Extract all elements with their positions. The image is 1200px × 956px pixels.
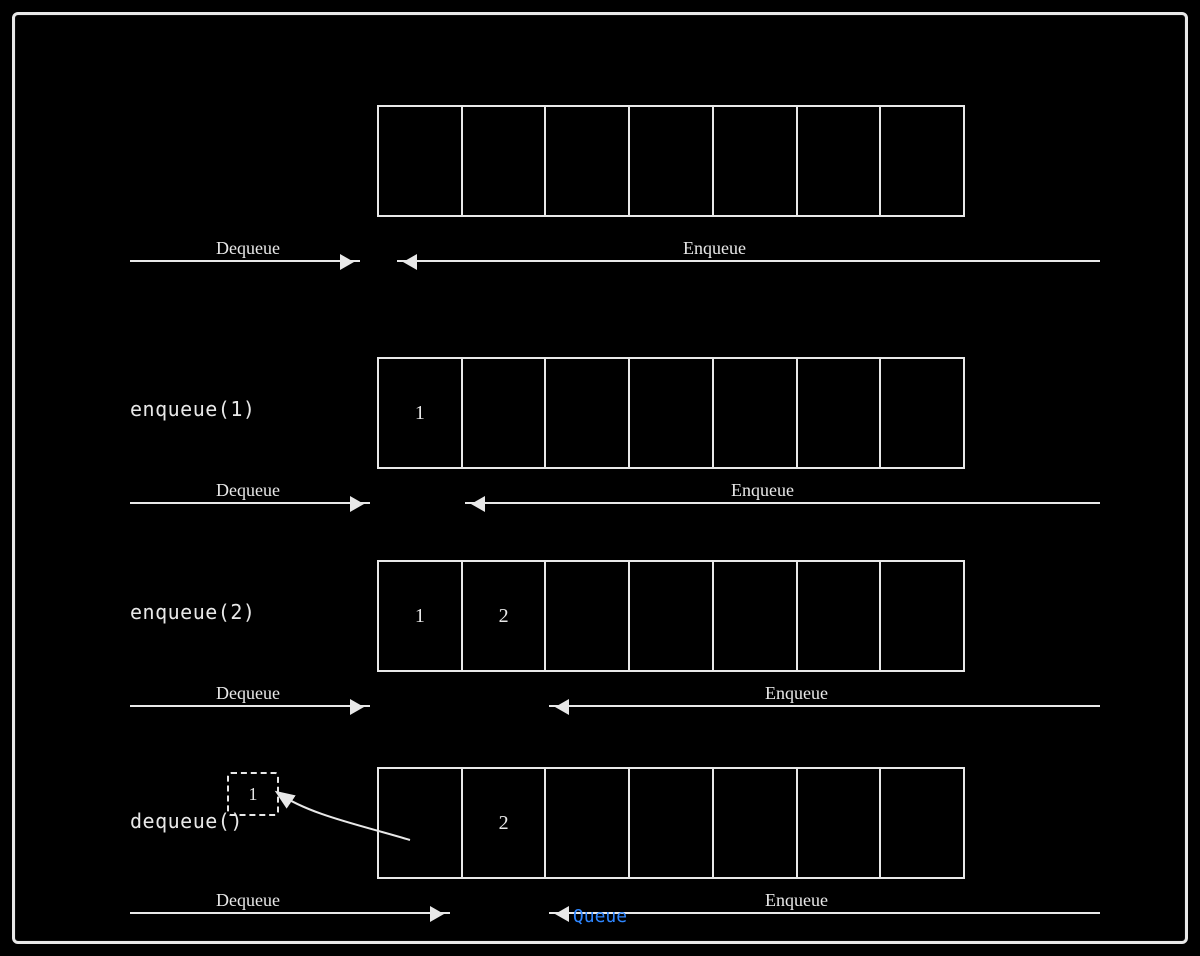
queue-cell xyxy=(461,359,545,467)
diagram-caption: Queue xyxy=(15,906,1185,927)
queue-cell xyxy=(879,107,963,215)
queue-cell xyxy=(712,562,796,670)
queue-state-1: 1 xyxy=(377,357,965,465)
queue-cell: 1 xyxy=(377,359,461,467)
queue-cell xyxy=(628,769,712,877)
queue-cell xyxy=(628,359,712,467)
queue-cell: 2 xyxy=(461,769,545,877)
arrow-label: Enqueue xyxy=(759,683,834,704)
queue-cell xyxy=(628,107,712,215)
diagram-frame: Dequeue Enqueue enqueue(1) 1 Dequeue Enq… xyxy=(12,12,1188,944)
dequeue-arrow: Dequeue xyxy=(130,705,370,707)
dequeued-value: 1 xyxy=(249,784,258,805)
queue-cell xyxy=(712,107,796,215)
queue-state-2: 1 2 xyxy=(377,560,965,668)
queue-cell: 2 xyxy=(461,562,545,670)
queue-cell xyxy=(796,107,880,215)
queue-cell xyxy=(796,769,880,877)
queue-cell: 1 xyxy=(377,562,461,670)
queue-cells: 2 xyxy=(377,767,965,879)
queue-cell xyxy=(377,107,461,215)
enqueue-arrow: Enqueue xyxy=(397,260,1100,262)
queue-cell xyxy=(461,107,545,215)
operation-label: enqueue(1) xyxy=(130,397,255,421)
arrow-label: Dequeue xyxy=(210,238,286,259)
queue-cell xyxy=(712,359,796,467)
enqueue-arrow: Enqueue xyxy=(549,705,1100,707)
queue-state-0 xyxy=(377,105,965,213)
dequeue-arrow: Dequeue xyxy=(130,260,360,262)
queue-cell xyxy=(879,562,963,670)
diagram-content: Dequeue Enqueue enqueue(1) 1 Dequeue Enq… xyxy=(15,15,1185,941)
arrow-label: Dequeue xyxy=(210,683,286,704)
queue-cell xyxy=(796,359,880,467)
queue-cell xyxy=(628,562,712,670)
dequeued-value-box: 1 xyxy=(227,772,279,816)
queue-cells: 1 xyxy=(377,357,965,469)
arrow-label: Enqueue xyxy=(725,480,800,501)
enqueue-arrow: Enqueue xyxy=(465,502,1100,504)
operation-label: dequeue() xyxy=(130,809,243,833)
queue-cell xyxy=(796,562,880,670)
arrow-label: Dequeue xyxy=(210,480,286,501)
queue-cells: 1 2 xyxy=(377,560,965,672)
queue-cell xyxy=(544,769,628,877)
queue-cell xyxy=(879,359,963,467)
queue-cell xyxy=(712,769,796,877)
arrow-label: Enqueue xyxy=(677,238,752,259)
queue-state-3: 2 xyxy=(377,767,965,875)
queue-cell xyxy=(544,562,628,670)
queue-cell xyxy=(377,769,461,877)
queue-cell xyxy=(879,769,963,877)
dequeue-arrow: Dequeue xyxy=(130,502,370,504)
queue-cells xyxy=(377,105,965,217)
queue-cell xyxy=(544,359,628,467)
operation-label: enqueue(2) xyxy=(130,600,255,624)
queue-cell xyxy=(544,107,628,215)
